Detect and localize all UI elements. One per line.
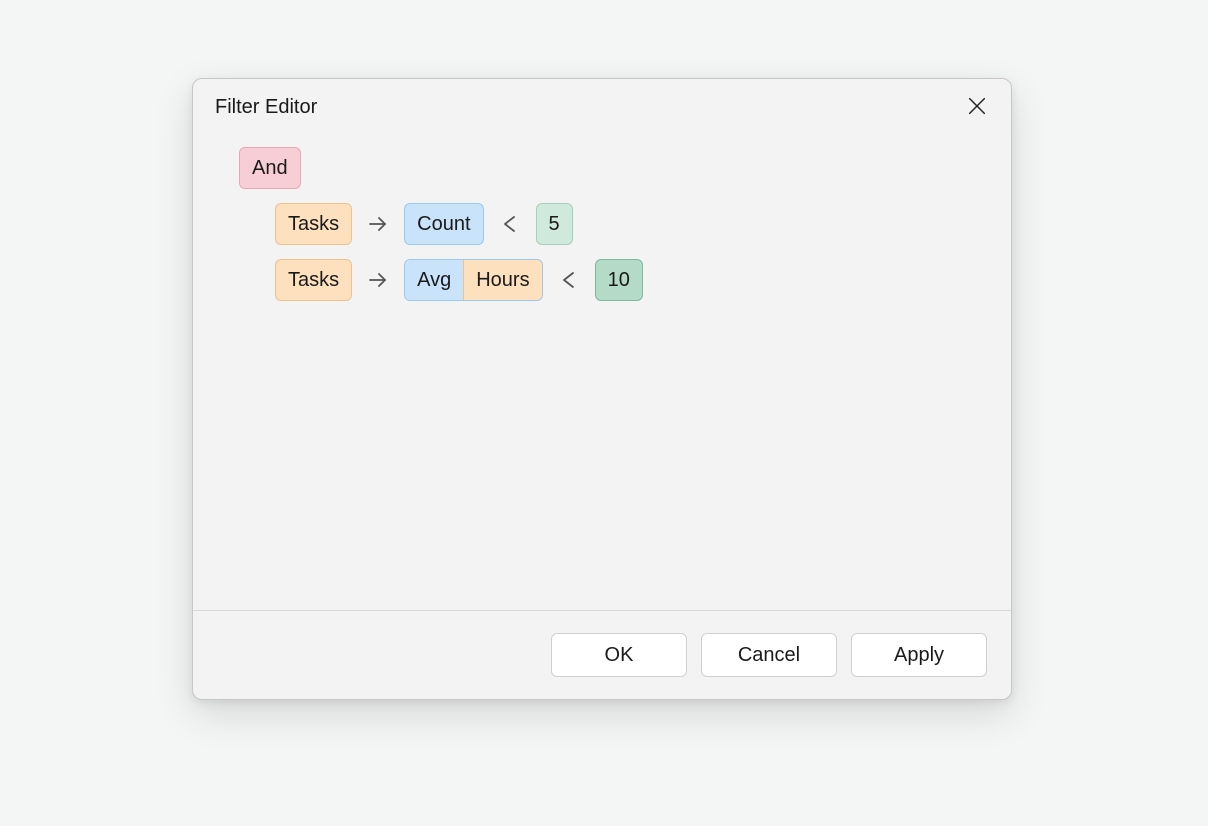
value-token[interactable]: 10 — [595, 259, 643, 301]
dialog-title: Filter Editor — [215, 96, 317, 119]
filter-tree: And Tasks Count 5 Tasks — [193, 127, 1011, 610]
arrow-right-icon — [364, 210, 392, 238]
filter-condition-row: Tasks Avg Hours 10 — [275, 259, 991, 301]
cancel-button[interactable]: Cancel — [701, 633, 837, 677]
filter-group-row: And — [239, 147, 991, 189]
less-than-icon[interactable] — [555, 266, 583, 294]
close-button[interactable] — [963, 93, 991, 121]
dialog-footer: OK Cancel Apply — [193, 610, 1011, 699]
ok-button[interactable]: OK — [551, 633, 687, 677]
source-token[interactable]: Tasks — [275, 259, 352, 301]
less-than-icon[interactable] — [496, 210, 524, 238]
aggregate-token[interactable]: Count — [404, 203, 483, 245]
close-icon — [966, 95, 988, 120]
apply-button[interactable]: Apply — [851, 633, 987, 677]
field-label: Hours — [463, 260, 541, 300]
filter-editor-dialog: Filter Editor And Tasks Count — [192, 78, 1012, 700]
source-token[interactable]: Tasks — [275, 203, 352, 245]
aggregate-label: Avg — [405, 260, 463, 300]
value-token[interactable]: 5 — [536, 203, 573, 245]
dialog-header: Filter Editor — [193, 79, 1011, 127]
group-operator-token[interactable]: And — [239, 147, 301, 189]
aggregate-field-token[interactable]: Avg Hours — [404, 259, 542, 301]
arrow-right-icon — [364, 266, 392, 294]
filter-condition-row: Tasks Count 5 — [275, 203, 991, 245]
